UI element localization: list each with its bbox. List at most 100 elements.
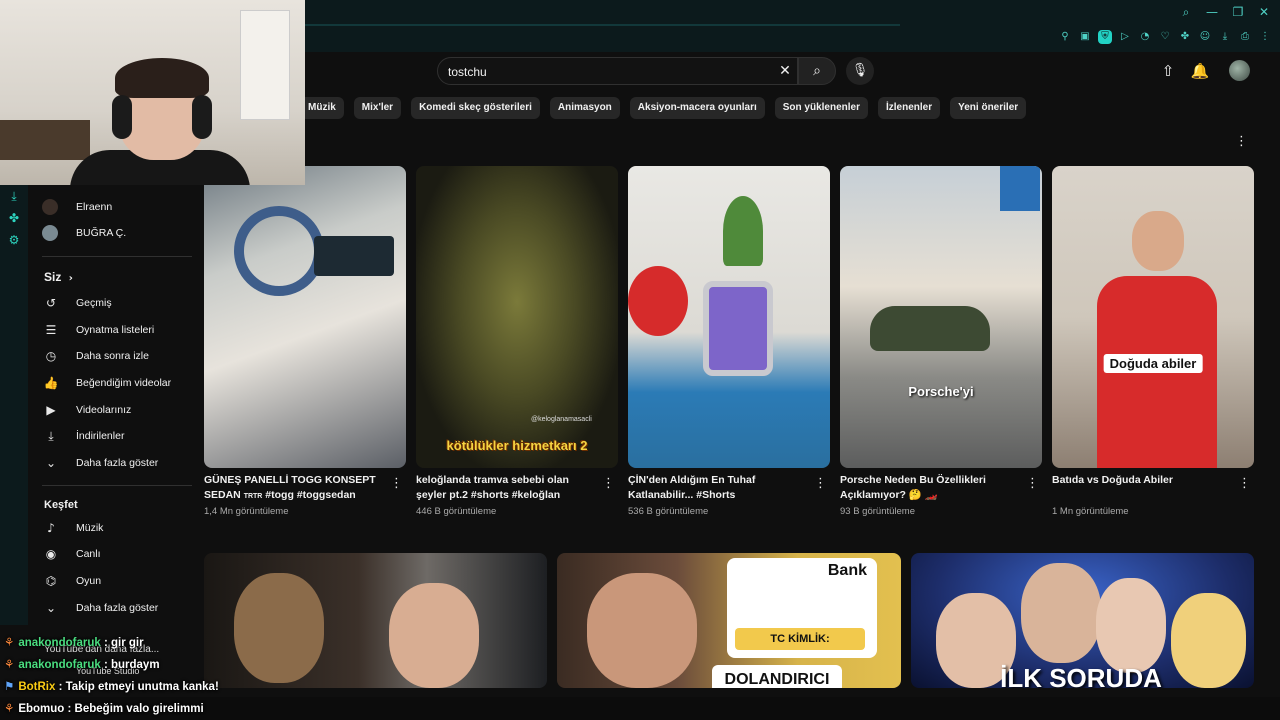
sidebar-item-playlists[interactable]: ☰ Oynatma listeleri (42, 317, 155, 343)
extension-bar: ⚲ ▣ ⛨ ▷ ◔ ♡ ✤ ☺ ⤓ ⎙ ⋮ (1058, 30, 1272, 44)
divider (42, 485, 192, 486)
sidebar-item-label: Oyun (76, 575, 102, 587)
youtube-sidebar: Elraenn BUĞRA Ç. Siz › ↺ Geçmiş ☰ Oynatm… (28, 185, 198, 635)
short-card[interactable]: @keloglanamasacli kötülükler hizmetkarı … (416, 166, 618, 517)
you-heading[interactable]: Siz › (44, 270, 73, 284)
sidebar-item-label: Canlı (76, 548, 101, 560)
heart-extension-icon[interactable]: ♡ (1158, 30, 1172, 44)
sidebar-item-label: Geçmiş (76, 297, 112, 309)
chat-message: ⚑ BotRix : Takip etmeyi unutma kanka! (4, 679, 219, 693)
menu-dots-icon[interactable]: ⋮ (1258, 30, 1272, 44)
short-title[interactable]: GÜNEŞ PANELLİ TOGG KONSEPT SEDAN TRTR #t… (204, 473, 384, 504)
microphone-icon: 🎙 (851, 63, 869, 78)
chat-message: ⚘ anakondofaruk : gir gir (4, 635, 144, 649)
subscription-name: Elraenn (76, 201, 113, 213)
video-thumbnail[interactable] (204, 553, 547, 688)
extension-rail-icon[interactable]: ✤ (0, 207, 28, 229)
short-menu-icon[interactable]: ⋮ (1238, 477, 1251, 491)
short-menu-icon[interactable]: ⋮ (390, 477, 403, 491)
short-title[interactable]: ÇİN'den Aldığım En Tuhaf Katlanabilir...… (628, 473, 808, 503)
sidebar-item-downloads[interactable]: ⤓ İndirilenler (42, 423, 124, 449)
subscription-item[interactable]: Elraenn (42, 194, 112, 220)
search-input[interactable] (448, 63, 768, 81)
chip-action-adventure[interactable]: Aksiyon-macera oyunları (629, 97, 765, 119)
chip-animation[interactable]: Animasyon (549, 97, 620, 119)
chip-new-to-you[interactable]: Yeni öneriler (950, 97, 1027, 119)
sidebar-item-label: Oynatma listeleri (76, 324, 155, 336)
playlist-icon: ☰ (45, 323, 57, 337)
video-thumbnail[interactable]: Bank TC KİMLİK: DOLANDIRICI (557, 553, 901, 688)
vpn-extension-icon[interactable]: ◔ (1138, 30, 1152, 44)
settings-rail-icon[interactable]: ⚙ (0, 229, 28, 251)
video-overlay-text: İLK SORUDA (1000, 663, 1162, 688)
short-thumbnail[interactable]: Doğuda abiler (1052, 166, 1254, 468)
upload-icon[interactable]: ⇧ (1157, 60, 1179, 82)
short-title[interactable]: Batıda vs Doğuda Abiler (1052, 473, 1232, 488)
avatar (42, 225, 58, 241)
chevron-right-icon: › (68, 273, 73, 284)
sidebar-item-live[interactable]: ◉ Canlı (42, 541, 101, 567)
pin-icon[interactable]: ⚲ (1058, 30, 1072, 44)
dashboard-screen (314, 236, 394, 276)
short-card[interactable]: GÜNEŞ PANELLİ TOGG KONSEPT SEDAN TRTR #t… (204, 166, 406, 517)
bookmark-extension-icon[interactable]: ⎙ (1238, 30, 1252, 44)
voice-search-button[interactable]: 🎙 (846, 57, 874, 85)
sidebar-item-label: Müzik (76, 522, 104, 534)
sidebar-item-show-more-explore[interactable]: ⌄ Daha fazla göster (42, 595, 158, 621)
short-menu-icon[interactable]: ⋮ (602, 477, 615, 491)
clear-search-icon[interactable]: ✕ (775, 61, 795, 81)
like-icon: 👍 (43, 376, 59, 390)
chip-watched[interactable]: İzlenenler (877, 97, 941, 119)
minimize-icon[interactable]: — (1204, 4, 1220, 20)
streamer-hair (115, 58, 209, 98)
shorts-shelf-menu-icon[interactable]: ⋮ (1235, 135, 1248, 149)
sidebar-item-label: Daha fazla göster (76, 457, 159, 469)
short-card[interactable]: Porsche'yi Porsche Neden Bu Özellikleri … (840, 166, 1042, 517)
short-card[interactable]: Doğuda abiler Batıda vs Doğuda Abiler ⋮ … (1052, 166, 1254, 517)
short-card[interactable]: ÇİN'den Aldığım En Tuhaf Katlanabilir...… (628, 166, 830, 517)
voodoo-doll (234, 573, 324, 683)
sidebar-item-watch-later[interactable]: ◷ Daha sonra izle (42, 343, 149, 369)
short-thumbnail[interactable]: Porsche'yi (840, 166, 1042, 468)
video-thumbnail[interactable]: İLK SORUDA (911, 553, 1254, 688)
short-thumbnail[interactable] (204, 166, 406, 468)
live-icon: ◉ (45, 547, 57, 561)
watch-later-icon: ◷ (45, 349, 57, 363)
screenshot-icon[interactable]: ▣ (1078, 30, 1092, 44)
short-title[interactable]: keloğlanda tramva sebebi olan şeyler pt.… (416, 473, 596, 503)
short-menu-icon[interactable]: ⋮ (814, 477, 827, 491)
chip-comedy[interactable]: Komedi skeç gösterileri (411, 97, 540, 119)
notifications-icon[interactable]: 🔔 (1189, 60, 1211, 82)
restore-icon[interactable]: ❐ (1230, 4, 1246, 20)
sidebar-item-music[interactable]: ♪ Müzik (42, 515, 103, 541)
subscription-item[interactable]: BUĞRA Ç. (42, 220, 126, 246)
person-face (1021, 563, 1101, 663)
chip-music[interactable]: Müzik (300, 97, 344, 119)
parking-sign (1000, 166, 1040, 211)
sidebar-item-label: Daha fazla göster (76, 602, 159, 614)
close-window-icon[interactable]: ✕ (1256, 4, 1272, 20)
profile-extension-icon[interactable]: ☺ (1198, 30, 1212, 44)
short-title[interactable]: Porsche Neden Bu Özellikleri Açıklamıyor… (840, 473, 1020, 503)
sidebar-item-show-more[interactable]: ⌄ Daha fazla göster (42, 450, 158, 476)
puzzle-extension-icon[interactable]: ✤ (1178, 30, 1192, 44)
chip-recently-uploaded[interactable]: Son yüklenenler (774, 97, 868, 119)
search-button[interactable]: ⌕ (798, 57, 836, 85)
short-menu-icon[interactable]: ⋮ (1026, 477, 1039, 491)
download-rail-icon[interactable]: ⤓ (0, 185, 28, 207)
sidebar-item-your-videos[interactable]: ▶ Videolarınız (42, 397, 131, 423)
bank-card: Bank TC KİMLİK: (727, 558, 877, 658)
user-avatar[interactable] (1229, 60, 1250, 81)
browser-search-icon[interactable]: ⌕ (1178, 4, 1194, 20)
download-browser-icon[interactable]: ⤓ (1218, 30, 1232, 44)
sidebar-item-history[interactable]: ↺ Geçmiş (42, 290, 112, 316)
short-thumbnail[interactable]: @keloglanamasacli kötülükler hizmetkarı … (416, 166, 618, 468)
shield-extension-icon[interactable]: ⛨ (1098, 30, 1112, 44)
sidebar-item-liked[interactable]: 👍 Beğendiğim videolar (42, 370, 172, 396)
avatar (42, 199, 58, 215)
chip-mixes[interactable]: Mix'ler (353, 97, 402, 119)
wall-paper (240, 10, 290, 120)
play-extension-icon[interactable]: ▷ (1118, 30, 1132, 44)
sidebar-item-gaming[interactable]: ⌬ Oyun (42, 568, 101, 594)
short-thumbnail[interactable] (628, 166, 830, 468)
